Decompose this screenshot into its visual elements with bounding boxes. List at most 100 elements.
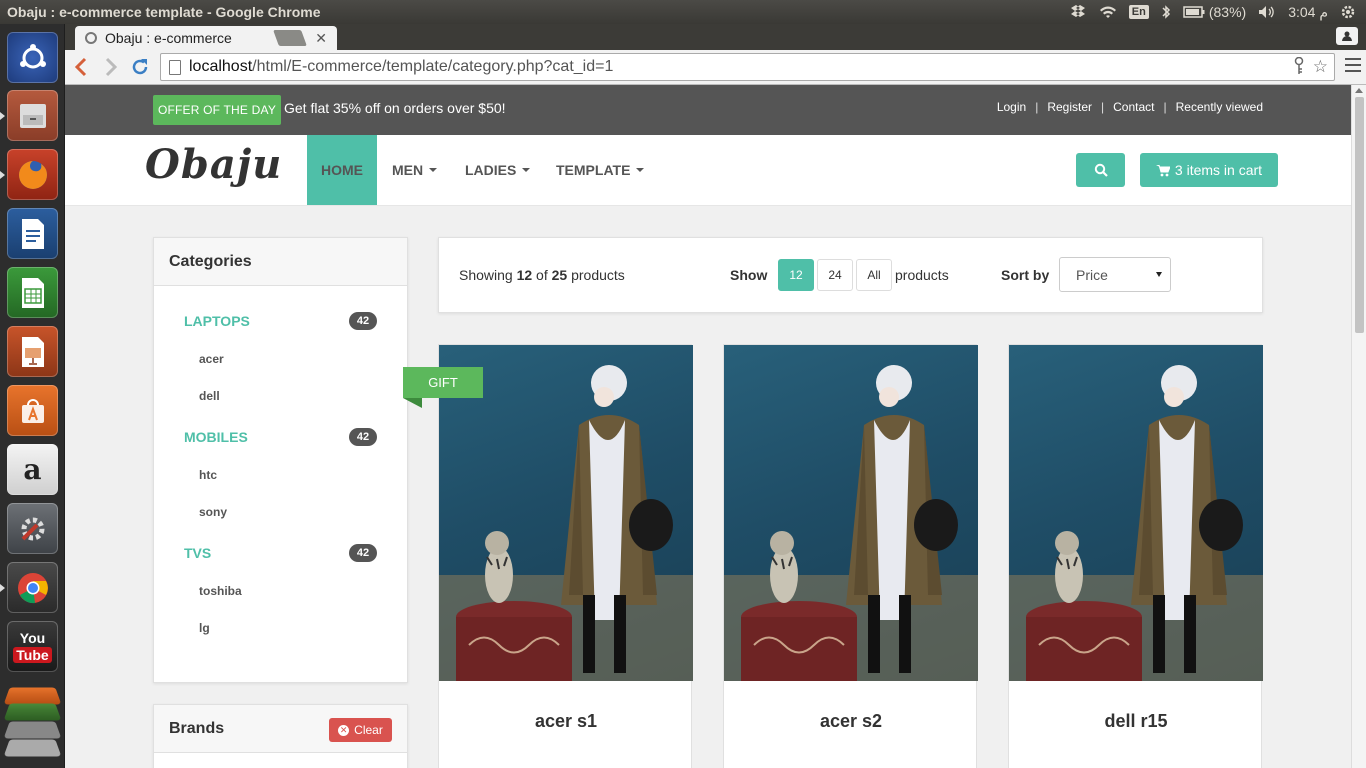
reload-icon[interactable] [130,57,150,81]
dash-home-icon[interactable] [7,32,58,83]
wifi-icon[interactable] [1099,5,1117,19]
firefox-icon[interactable] [0,149,58,200]
categories-panel: Categories LAPTOPS 42 acer dell MOBILES … [153,237,408,683]
youtube-tube-glyph: Tube [13,646,52,663]
system-settings-icon[interactable] [7,503,58,554]
bookmark-star-icon[interactable]: ☆ [1313,57,1328,80]
cart-button[interactable]: 3 items in cart [1140,153,1278,187]
category-tvs[interactable]: TVS [184,545,211,561]
dropbox-icon[interactable] [1069,4,1087,20]
subcategory-dell[interactable]: dell [199,389,220,403]
nav-ladies[interactable]: LADIES [465,135,531,205]
link-separator: | [1163,100,1167,114]
register-link[interactable]: Register [1047,100,1092,114]
nav-home[interactable]: HOME [307,135,377,205]
nav-template[interactable]: TEMPLATE [556,135,645,205]
browser-tab-strip: Obaju : e-commerce ✕ [65,24,1366,50]
youtube-icon[interactable]: You Tube [7,621,58,672]
sort-select[interactable]: Price [1059,257,1171,292]
scrollbar-thumb[interactable] [1355,97,1364,333]
page-size-all-button[interactable]: All [856,259,892,291]
files-icon[interactable] [0,90,58,141]
page-info-icon[interactable] [169,59,181,75]
product-image[interactable] [1009,345,1263,681]
category-laptops[interactable]: LAPTOPS [184,313,250,329]
category-mobiles[interactable]: MOBILES [184,429,248,445]
subcategory-lg[interactable]: lg [199,621,210,635]
web-page: OFFER OF THE DAY Get flat 35% off on ord… [65,85,1351,768]
subcategory-htc[interactable]: htc [199,468,217,482]
back-arrow-icon[interactable] [73,57,89,81]
page-size-12-button[interactable]: 12 [778,259,814,291]
youtube-you-glyph: You [19,629,46,646]
battery-percent: (83%) [1208,4,1247,20]
clock[interactable]: 3:04 م [1288,4,1328,21]
showing-prefix: Showing [459,267,517,283]
page-scrollbar[interactable] [1351,85,1366,768]
workspace-stack-icon[interactable] [3,684,62,768]
chevron-down-icon [429,168,438,172]
category-count-badge: 42 [349,428,377,446]
keyboard-language-indicator[interactable]: En [1128,5,1149,19]
software-center-icon[interactable] [7,385,58,436]
battery-indicator[interactable]: (83%) [1183,4,1246,20]
site-logo[interactable]: Obaju [145,141,282,188]
amazon-icon[interactable]: a [7,444,58,495]
bluetooth-icon[interactable] [1161,4,1171,20]
new-tab-button[interactable] [273,30,307,46]
libreoffice-calc-icon[interactable] [7,267,58,318]
browser-toolbar: localhost/html/E-commerce/template/categ… [65,50,1366,85]
recently-viewed-link[interactable]: Recently viewed [1176,100,1263,114]
categories-title: Categories [154,238,407,286]
volume-icon[interactable] [1258,5,1276,19]
promo-topbar: OFFER OF THE DAY Get flat 35% off on ord… [65,85,1351,135]
profile-icon[interactable] [1336,27,1358,45]
category-count-badge: 42 [349,312,377,330]
nav-home-label: HOME [321,162,363,178]
subcategory-acer[interactable]: acer [199,352,224,366]
libreoffice-writer-icon[interactable] [7,208,58,259]
gift-ribbon-fold [403,398,422,408]
nav-men[interactable]: MEN [392,135,438,205]
battery-icon [1183,6,1205,18]
cart-label: 3 items in cart [1174,162,1263,178]
offer-text: Get flat 35% off on orders over $50! [284,100,506,116]
main-navbar: Obaju HOME MEN LADIES TEMPLATE 3 items i… [65,135,1351,206]
offer-of-the-day-button[interactable]: OFFER OF THE DAY [153,95,281,125]
product-card[interactable]: acer s2 [723,344,978,768]
sort-by-label: Sort by [1001,267,1050,283]
subcategory-sony[interactable]: sony [199,505,227,519]
os-top-panel: Obaju : e-commerce template - Google Chr… [0,0,1366,24]
link-separator: | [1035,100,1039,114]
chrome-icon[interactable] [0,562,58,613]
forward-arrow-icon[interactable] [103,57,119,81]
chrome-menu-icon[interactable] [1345,58,1361,72]
product-name[interactable]: dell r15 [1009,711,1263,732]
subcategory-toshiba[interactable]: toshiba [199,584,242,598]
product-card[interactable]: dell r15 [1008,344,1263,768]
key-icon[interactable] [1293,56,1305,80]
tab-close-icon[interactable]: ✕ [315,30,327,47]
chevron-down-icon [636,168,645,172]
product-card[interactable]: acer s1 [438,344,693,768]
login-link[interactable]: Login [997,100,1026,114]
libreoffice-impress-icon[interactable] [7,326,58,377]
product-image[interactable] [724,345,978,681]
showing-summary: Showing 12 of 25 products [459,267,625,283]
address-bar[interactable]: localhost/html/E-commerce/template/categ… [160,53,1335,81]
system-tray: En (83%) 3:04 م [1069,4,1366,21]
show-label: Show [730,267,768,283]
chevron-down-icon [1156,272,1162,277]
product-name[interactable]: acer s2 [724,711,978,732]
product-name[interactable]: acer s1 [439,711,693,732]
category-count-badge: 42 [349,544,377,562]
search-button[interactable] [1076,153,1125,187]
clear-filters-button[interactable]: ✕ Clear [329,718,392,742]
products-label: products [895,267,949,283]
contact-link[interactable]: Contact [1113,100,1154,114]
scroll-up-arrow-icon[interactable] [1355,88,1363,93]
settings-gear-icon[interactable] [1340,4,1356,20]
unity-launcher: a You Tube [0,24,65,768]
page-size-24-button[interactable]: 24 [817,259,853,291]
window-title: Obaju : e-commerce template - Google Chr… [7,4,321,20]
